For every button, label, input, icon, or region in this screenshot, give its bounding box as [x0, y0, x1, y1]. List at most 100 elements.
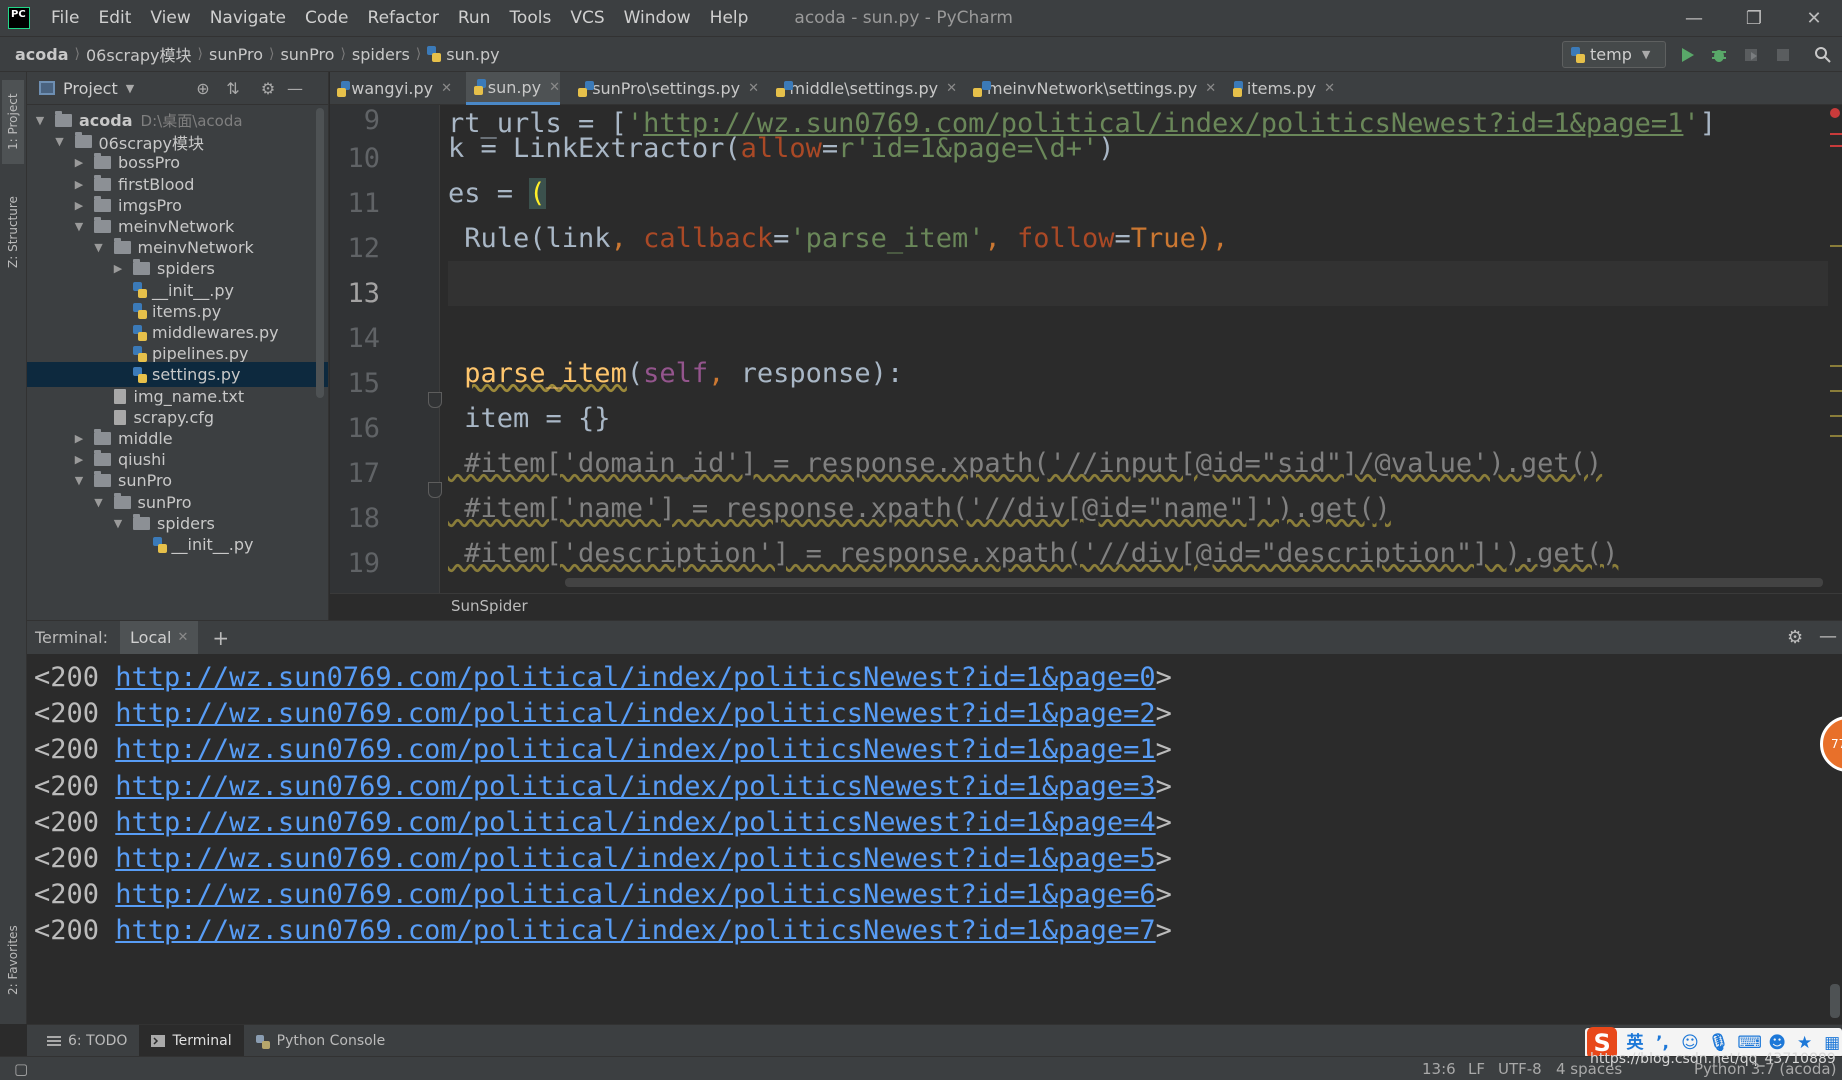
python-interpreter[interactable]: Python 3.7 (acoda): [1694, 1060, 1836, 1078]
todo-tool-button[interactable]: 6: TODO: [35, 1025, 139, 1057]
chevron-down-icon[interactable]: ▼: [92, 496, 106, 509]
chevron-right-icon[interactable]: ▶: [72, 199, 86, 212]
editor-breadcrumb[interactable]: SunSpider: [330, 593, 1842, 620]
menu-vcs[interactable]: VCS: [570, 8, 604, 28]
terminal-url-link[interactable]: http://wz.sun0769.com/political/index/po…: [115, 771, 1155, 802]
tab-items-py[interactable]: items.py ✕: [1223, 72, 1335, 105]
terminal-scrollbar[interactable]: [1830, 984, 1840, 1018]
line-number: 19: [347, 548, 380, 579]
close-icon[interactable]: ✕: [441, 81, 452, 96]
terminal-url-link[interactable]: http://wz.sun0769.com/political/index/po…: [115, 662, 1155, 693]
fold-icon[interactable]: [428, 482, 442, 498]
terminal-url-link[interactable]: http://wz.sun0769.com/political/index/po…: [115, 734, 1155, 765]
chevron-down-icon[interactable]: ▼: [72, 220, 86, 233]
stop-icon[interactable]: [1773, 45, 1793, 65]
chevron-down-icon[interactable]: ▼: [72, 474, 86, 487]
close-icon[interactable]: ✕: [946, 81, 957, 96]
close-icon[interactable]: ✕: [748, 81, 759, 96]
menu-window[interactable]: Window: [624, 8, 691, 28]
terminal-tab-local[interactable]: Local ✕: [120, 620, 199, 655]
hide-panel-icon[interactable]: —: [1819, 626, 1837, 647]
chevron-right-icon[interactable]: ▶: [72, 156, 86, 169]
chevron-down-icon[interactable]: ▼: [111, 517, 125, 530]
editor-horizontal-scrollbar[interactable]: [565, 578, 1823, 587]
terminal-tool-label: Terminal: [172, 1032, 232, 1049]
chevron-right-icon[interactable]: ▶: [111, 262, 125, 275]
menu-navigate[interactable]: Navigate: [210, 8, 286, 28]
close-icon[interactable]: ✕: [177, 630, 188, 645]
tree-item-label: sunPro: [118, 471, 172, 491]
menu-refactor[interactable]: Refactor: [368, 8, 439, 28]
project-scrollbar[interactable]: [316, 108, 324, 398]
favorites-tool-tab[interactable]: 2: Favorites: [2, 910, 24, 1010]
crumb-acoda[interactable]: acoda: [15, 45, 69, 64]
crumb-sunpro-inner[interactable]: sunPro: [280, 45, 334, 64]
file-encoding[interactable]: UTF-8: [1498, 1060, 1542, 1078]
chevron-right-icon[interactable]: ▶: [72, 453, 86, 466]
tree-item-label: __init__.py: [152, 280, 235, 300]
menu-edit[interactable]: Edit: [98, 8, 131, 28]
crumb-sunpro[interactable]: sunPro: [209, 45, 263, 64]
locate-icon[interactable]: ⊕: [193, 79, 213, 99]
terminal-url-link[interactable]: http://wz.sun0769.com/political/index/po…: [115, 915, 1155, 946]
chevron-down-icon[interactable]: ▼: [33, 114, 47, 127]
code-comment: #item['name'] = response.xpath('//div[@i…: [448, 493, 1391, 524]
tree-item-label: settings.py: [152, 365, 241, 385]
tree-item-label: bossPro: [118, 153, 180, 173]
python-console-tool-button[interactable]: Python Console: [244, 1025, 398, 1057]
caret-position[interactable]: 13:6: [1422, 1060, 1456, 1078]
run-config-dropdown[interactable]: temp ▼: [1562, 41, 1666, 68]
code-comment: #item['description'] = response.xpath('/…: [448, 538, 1619, 569]
coverage-icon[interactable]: [1741, 45, 1761, 65]
terminal-url-link[interactable]: http://wz.sun0769.com/political/index/po…: [115, 879, 1155, 910]
close-icon[interactable]: ✕: [549, 80, 560, 95]
menu-code[interactable]: Code: [305, 8, 349, 28]
hide-panel-icon[interactable]: —: [285, 79, 305, 99]
tree-item[interactable]: __init__.py: [27, 532, 328, 557]
chevron-down-icon[interactable]: ▼: [126, 82, 134, 95]
error-stripe[interactable]: [1828, 105, 1842, 593]
tab-meinvnetwork-settings[interactable]: meinvNetwork\settings.py ✕: [971, 72, 1216, 105]
code-editor[interactable]: 9 10 11 12 13 14 15 16 17 18 19 rt_urls …: [330, 105, 1842, 593]
restore-button[interactable]: ❐: [1724, 0, 1784, 36]
tab-sunpro-settings[interactable]: sunPro\settings.py ✕: [574, 72, 759, 105]
terminal-tool-button[interactable]: Terminal: [139, 1024, 244, 1057]
run-icon[interactable]: [1678, 45, 1698, 65]
menu-tools[interactable]: Tools: [509, 8, 551, 28]
chevron-right-icon[interactable]: ▶: [72, 432, 86, 445]
close-window-button[interactable]: ✕: [1784, 0, 1842, 36]
code-token: =: [773, 223, 790, 254]
terminal-url-link[interactable]: http://wz.sun0769.com/political/index/po…: [115, 843, 1155, 874]
terminal-output[interactable]: <200 http://wz.sun0769.com/political/ind…: [27, 654, 1842, 1024]
crumb-06scrapy[interactable]: 06scrapy模块: [86, 42, 192, 66]
terminal-url-link[interactable]: http://wz.sun0769.com/political/index/po…: [115, 698, 1155, 729]
chevron-right-icon[interactable]: ▶: [72, 178, 86, 191]
tab-wangyi-py[interactable]: wangyi.py ✕: [330, 72, 452, 105]
layout-icon[interactable]: ▢: [14, 1060, 28, 1078]
menu-run[interactable]: Run: [458, 8, 491, 28]
crumb-sun-py[interactable]: sun.py: [427, 45, 500, 64]
minimize-button[interactable]: —: [1664, 0, 1724, 36]
menu-view[interactable]: View: [150, 8, 190, 28]
add-terminal-icon[interactable]: +: [212, 626, 229, 650]
project-tool-tab[interactable]: 1: Project: [2, 80, 24, 164]
search-icon[interactable]: [1813, 45, 1833, 65]
project-view-selector[interactable]: Project: [63, 79, 118, 98]
close-icon[interactable]: ✕: [1205, 81, 1216, 96]
fold-icon[interactable]: [428, 392, 442, 408]
gear-icon[interactable]: ⚙: [1787, 627, 1803, 648]
collapse-all-icon[interactable]: ⇅: [223, 79, 243, 99]
tab-middle-settings[interactable]: middle\settings.py ✕: [773, 72, 957, 105]
chevron-down-icon[interactable]: ▼: [53, 135, 67, 148]
close-icon[interactable]: ✕: [1324, 81, 1335, 96]
line-separator[interactable]: LF: [1468, 1060, 1485, 1078]
structure-tool-tab[interactable]: Z: Structure: [2, 182, 24, 282]
crumb-spiders[interactable]: spiders: [352, 45, 410, 64]
gear-icon[interactable]: ⚙: [258, 79, 278, 99]
debug-icon[interactable]: [1709, 45, 1729, 65]
menu-help[interactable]: Help: [710, 8, 749, 28]
tab-sun-py[interactable]: sun.py ✕: [466, 72, 560, 105]
menu-file[interactable]: File: [51, 8, 79, 28]
chevron-down-icon[interactable]: ▼: [92, 241, 106, 254]
terminal-url-link[interactable]: http://wz.sun0769.com/political/index/po…: [115, 807, 1155, 838]
